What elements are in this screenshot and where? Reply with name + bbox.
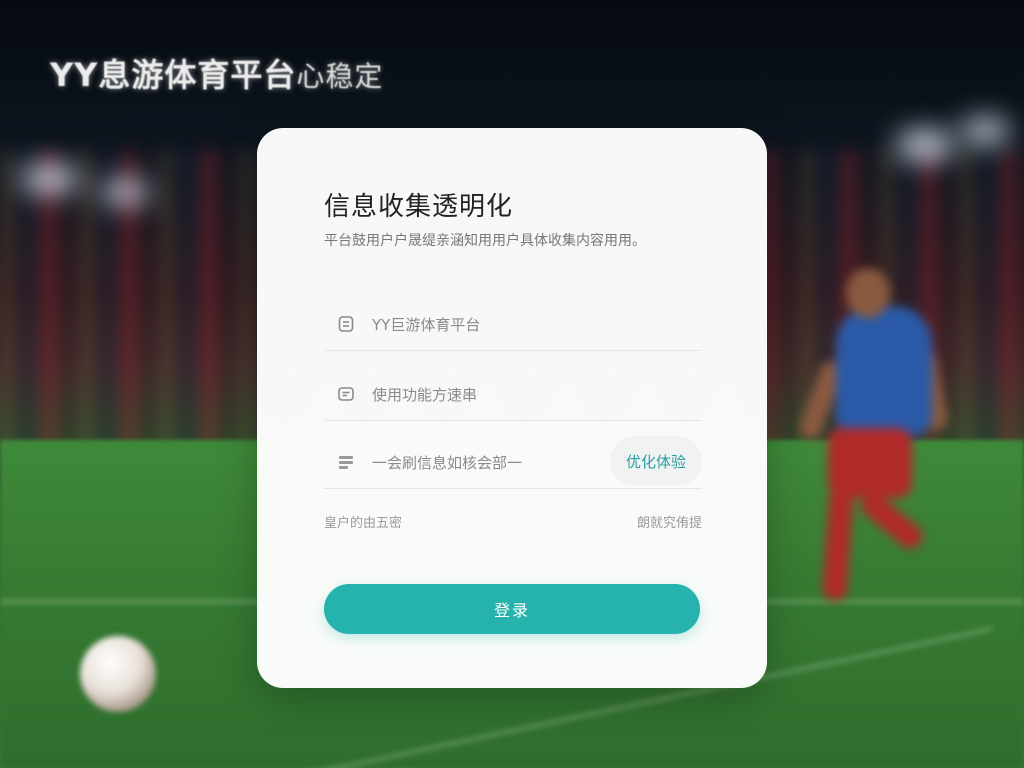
right-link[interactable]: 朗就究侑提	[637, 512, 702, 531]
card-links: 皇户的由五密 朗就究侑提	[324, 512, 702, 531]
optimize-experience-button[interactable]: 优化体验	[610, 436, 702, 486]
stadium-light	[960, 118, 1010, 144]
chat-icon	[336, 384, 356, 404]
function-field-text: 使用功能方速串	[372, 385, 478, 404]
document-icon	[336, 314, 356, 334]
function-field[interactable]: 使用功能方速串	[324, 368, 702, 421]
football-image	[80, 636, 156, 712]
stadium-light	[895, 130, 955, 160]
stadium-light	[100, 180, 150, 204]
brand-name: YY息游体育平台	[50, 56, 297, 94]
left-link[interactable]: 皇户的由五密	[324, 512, 402, 531]
login-button[interactable]: 登录	[324, 584, 700, 634]
brand-tagline: 心稳定	[296, 60, 384, 93]
info-field[interactable]: 一会刷信息如核会部一 优化体验	[324, 436, 702, 489]
login-card: 信息收集透明化 平台鼓用户户晟缇亲涵知用用户具体收集内容用用。 YY巨游体育平台…	[257, 128, 767, 688]
brand-logo: YY息游体育平台心稳定	[50, 50, 383, 96]
platform-field-text: YY巨游体育平台	[372, 315, 481, 334]
card-subtitle: 平台鼓用户户晟缇亲涵知用用户具体收集内容用用。	[324, 233, 646, 249]
info-field-text: 一会刷信息如核会部一	[372, 453, 523, 472]
list-icon	[336, 452, 356, 472]
card-title: 信息收集透明化	[324, 192, 514, 222]
platform-field[interactable]: YY巨游体育平台	[324, 298, 702, 351]
stadium-light	[20, 165, 80, 193]
